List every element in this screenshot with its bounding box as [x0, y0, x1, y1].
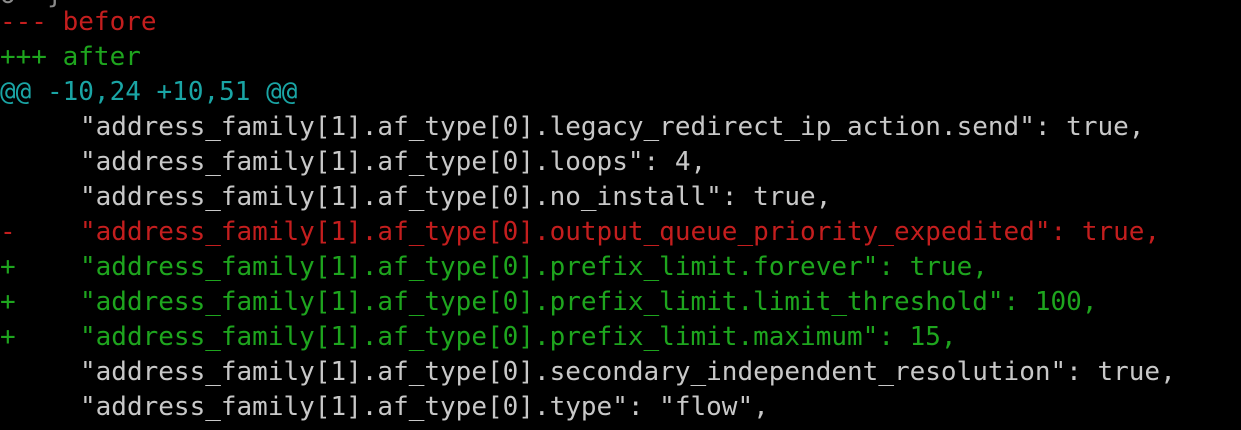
diff-line-text: "address_family[1].af_type[0].output_que…	[80, 217, 1161, 247]
diff-line-context: "address_family[1].af_type[0].loops": 4,	[0, 145, 706, 180]
diff-line-text: "address_family[1].af_type[0].loops": 4,	[80, 147, 707, 177]
diff-line-context: "address_family[1].af_type[0].legacy_red…	[0, 110, 1144, 145]
diff-line-context: "address_family[1].af_type[0].secondary_…	[0, 355, 1176, 390]
diff-line-context: "address_family[1].af_type[0].type": "fl…	[0, 390, 769, 425]
diff-line-removed: - "address_family[1].af_type[0].output_qu…	[0, 215, 1160, 250]
diff-header-after: +++ after	[0, 42, 141, 72]
diff-marker: +	[0, 287, 16, 317]
terminal-window: o } --- before +++ after @@ -10,24 +10,5…	[0, 0, 1241, 430]
diff-line-text: "address_family[1].af_type[0].prefix_lim…	[80, 287, 1098, 317]
diff-line-text: "address_family[1].af_type[0].legacy_red…	[80, 112, 1145, 142]
hunk-header: @@ -10,24 +10,51 @@	[0, 77, 298, 107]
diff-marker: -	[0, 217, 16, 247]
diff-line-added: + "address_family[1].af_type[0].prefix_li…	[0, 320, 957, 355]
diff-marker	[0, 110, 80, 145]
diff-marker: +	[0, 252, 16, 282]
diff-line-context: "address_family[1].af_type[0].no_install…	[0, 180, 831, 215]
diff-marker	[0, 355, 80, 390]
diff-line-text: "address_family[1].af_type[0].no_install…	[80, 182, 832, 212]
diff-line-added: + "address_family[1].af_type[0].prefix_li…	[0, 250, 988, 285]
diff-line-text: "address_family[1].af_type[0].secondary_…	[80, 357, 1176, 387]
diff-marker: +	[0, 322, 16, 352]
diff-line-text: "address_family[1].af_type[0].prefix_lim…	[80, 252, 988, 282]
diff-header-before: --- before	[0, 7, 157, 37]
diff-line-added: + "address_family[1].af_type[0].prefix_li…	[0, 285, 1097, 320]
diff-marker	[0, 145, 80, 180]
diff-marker	[0, 180, 80, 215]
diff-marker	[0, 390, 80, 425]
diff-line-text: "address_family[1].af_type[0].type": "fl…	[80, 392, 769, 422]
diff-line-text: "address_family[1].af_type[0].prefix_lim…	[80, 322, 957, 352]
